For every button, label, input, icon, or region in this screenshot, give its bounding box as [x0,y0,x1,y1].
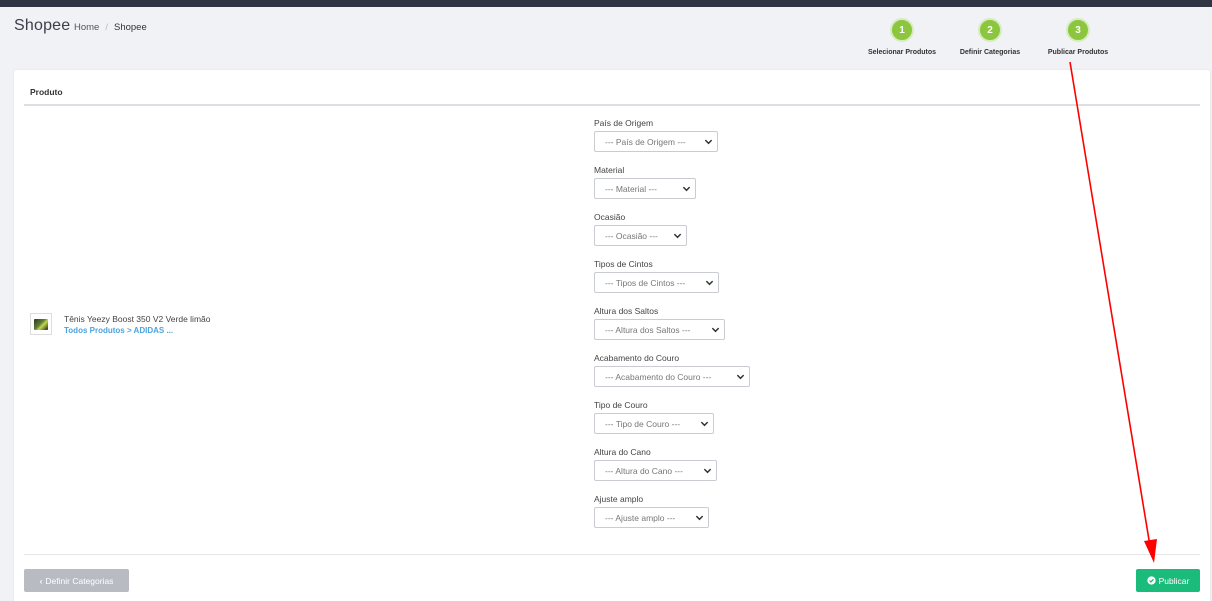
field-label: Acabamento do Couro [594,353,680,363]
chevron-down-icon [711,327,720,333]
chevron-down-icon [736,374,745,380]
field-tipo-de-couro: Tipo de Couro --- Tipo de Couro --- [594,400,714,434]
step-label: Definir Categorias [959,49,1021,56]
pais-de-origem-select[interactable]: --- País de Origem --- [594,131,718,152]
select-value: --- Altura do Cano --- [605,465,683,476]
column-header-produto: Produto [30,87,63,97]
material-select[interactable]: --- Material --- [594,178,696,199]
back-button-label: Definir Categorias [45,575,114,586]
field-tipos-de-cintos: Tipos de Cintos --- Tipos de Cintos --- [594,259,719,293]
chevron-left-icon: ‹ [39,575,43,586]
step-define-categories: 2 Definir Categorias [960,18,1020,56]
altura-do-cano-select[interactable]: --- Altura do Cano --- [594,460,717,481]
chevron-down-icon [682,186,691,192]
select-value: --- País de Origem --- [605,136,686,147]
publish-button-label: Publicar [1158,575,1190,586]
step-number-badge: 3 [1066,18,1090,42]
select-value: --- Ajuste amplo --- [605,512,676,523]
breadcrumb-current: Shopee [113,22,147,33]
back-definir-categorias-button[interactable]: ‹ Definir Categorias [24,569,129,592]
select-value: --- Tipo de Couro --- [605,418,681,429]
chevron-down-icon [700,421,709,427]
product-thumbnail [30,313,52,335]
ajuste-amplo-select[interactable]: --- Ajuste amplo --- [594,507,709,528]
field-label: Material [594,165,625,175]
product-name: Tênis Yeezy Boost 350 V2 Verde limão [64,313,211,324]
tipo-de-couro-select[interactable]: --- Tipo de Couro --- [594,413,714,434]
acabamento-do-couro-select[interactable]: --- Acabamento do Couro --- [594,366,750,387]
chevron-down-icon [703,468,712,474]
field-altura-dos-saltos: Altura dos Saltos --- Altura dos Saltos … [594,306,725,340]
product-row: Tênis Yeezy Boost 350 V2 Verde limão Tod… [30,313,210,335]
step-number-badge: 2 [978,18,1002,42]
page-title: Shopee [14,17,71,34]
select-value: --- Material --- [605,183,657,194]
altura-dos-saltos-select[interactable]: --- Altura dos Saltos --- [594,319,725,340]
chevron-down-icon [705,280,714,286]
field-label: Ocasião [594,212,626,222]
ocasiao-select[interactable]: --- Ocasião --- [594,225,687,246]
step-label: Publicar Produtos [1047,49,1109,56]
check-circle-icon [1147,576,1156,585]
field-label: Altura dos Saltos [594,306,659,316]
field-label: Tipo de Couro [594,400,648,410]
chevron-down-icon [673,233,682,239]
select-value: --- Acabamento do Couro --- [605,371,712,382]
step-publish-products: 3 Publicar Produtos [1048,18,1108,56]
top-navbar [0,0,1212,7]
product-category-path[interactable]: Todos Produtos > ADIDAS ... [64,326,210,335]
step-number-badge: 1 [890,18,914,42]
step-select-products: 1 Selecionar Produtos [868,18,936,56]
tipos-de-cintos-select[interactable]: --- Tipos de Cintos --- [594,272,719,293]
field-label: País de Origem [594,118,654,128]
product-image [34,318,48,330]
field-label: Ajuste amplo [594,494,644,504]
field-pais-de-origem: País de Origem --- País de Origem --- [594,118,718,152]
field-altura-do-cano: Altura do Cano --- Altura do Cano --- [594,447,717,481]
main-panel: Produto Tênis Yeezy Boost 350 V2 Verde l… [14,70,1210,601]
breadcrumb-separator: / [105,22,108,33]
breadcrumb-home-link[interactable]: Home [74,22,99,33]
publish-button[interactable]: Publicar [1136,569,1200,592]
table-header: Produto [24,84,1200,106]
field-material: Material --- Material --- [594,165,696,199]
chevron-down-icon [704,139,713,145]
field-label: Altura do Cano [594,447,651,457]
select-value: --- Altura dos Saltos --- [605,324,691,335]
field-label: Tipos de Cintos [594,259,653,269]
field-ajuste-amplo: Ajuste amplo --- Ajuste amplo --- [594,494,709,528]
step-label: Selecionar Produtos [867,49,937,56]
select-value: --- Tipos de Cintos --- [605,277,686,288]
field-ocasiao: Ocasião --- Ocasião --- [594,212,687,246]
select-value: --- Ocasião --- [605,230,658,241]
chevron-down-icon [695,515,704,521]
footer-divider [24,554,1200,555]
field-acabamento-do-couro: Acabamento do Couro --- Acabamento do Co… [594,353,750,387]
breadcrumb: Home / Shopee [74,22,147,33]
